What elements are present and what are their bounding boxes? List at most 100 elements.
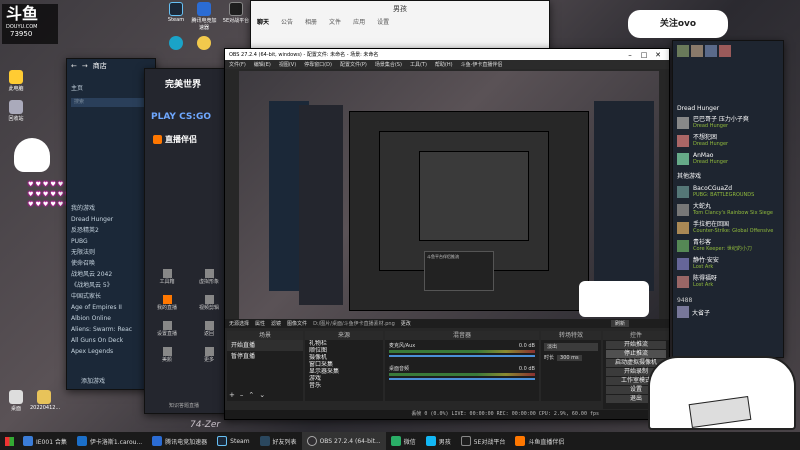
list-item[interactable]: 反恐精英2 — [67, 225, 155, 236]
taskbar-item[interactable]: 男孩 — [421, 432, 456, 450]
source-item[interactable]: 顺位图 — [305, 347, 383, 354]
desktop-icon-this-pc[interactable]: 此电脑 — [2, 70, 30, 92]
start-button[interactable] — [0, 432, 18, 450]
back-button[interactable]: ← — [71, 62, 77, 70]
menu-scene-collection[interactable]: 场景集合(S) — [375, 61, 402, 68]
desktop-icon-accelerator[interactable]: 腾讯电竞加速器 — [190, 2, 218, 31]
menu-plugin[interactable]: 斗鱼-伊卡直播伴侣 — [461, 61, 503, 68]
avatar[interactable] — [719, 45, 731, 57]
down-icon[interactable]: ⌄ — [259, 391, 265, 399]
refresh-button[interactable]: 刷新 — [610, 320, 629, 327]
play-csgo-button[interactable]: PLAY CS:GO — [145, 112, 233, 122]
friend-row[interactable]: 巴巴哥子 压力小子爽 Dread Hunger — [673, 114, 783, 132]
tab-album[interactable]: 相册 — [305, 17, 317, 26]
taskbar-item[interactable]: 好友列表 — [255, 432, 302, 450]
menu-item-beauty[interactable]: 美颜 — [149, 347, 185, 363]
menu-item-avatar[interactable]: 虚拟形象 — [191, 269, 227, 285]
avatar[interactable] — [677, 45, 689, 57]
source-item[interactable]: 礼物栏 — [305, 340, 383, 347]
taskbar-item[interactable]: 微信 — [386, 432, 421, 450]
maximize-icon[interactable]: □ — [637, 49, 651, 61]
desktop-icon-5e[interactable]: 5E对战平台 — [222, 2, 250, 24]
remove-icon[interactable]: – — [240, 391, 244, 399]
list-item[interactable]: PUBG — [67, 236, 155, 247]
tab-settings[interactable]: 设置 — [377, 17, 389, 26]
properties-button[interactable]: 属性 — [255, 320, 265, 327]
taskbar-item[interactable]: Steam — [212, 432, 254, 450]
source-item[interactable]: 音乐 — [305, 382, 383, 389]
list-item[interactable]: 使命召唤 — [67, 258, 155, 269]
list-item[interactable]: Aliens: Swarm: Reac — [67, 324, 155, 335]
store-tab[interactable]: 商店 — [93, 61, 107, 71]
tab-chat[interactable]: 聊天 — [257, 17, 269, 26]
transition-select[interactable]: 淡出 — [544, 343, 598, 351]
volume-slider[interactable] — [389, 355, 535, 357]
menu-help[interactable]: 帮助(H) — [435, 61, 453, 68]
add-game-button[interactable]: 添加游戏 — [77, 376, 105, 387]
playing-group-header[interactable]: Dread Hunger — [673, 61, 783, 114]
list-item[interactable]: Albion Online — [67, 313, 155, 324]
list-item[interactable]: 我的游戏 — [67, 203, 155, 214]
menu-item-more[interactable]: 更多 — [191, 347, 227, 363]
menu-item-clip[interactable]: 视频剪辑 — [191, 295, 227, 311]
menu-tools[interactable]: 工具(T) — [410, 61, 427, 68]
list-item[interactable]: 战地风云 2042 — [67, 269, 155, 280]
desktop-icon-app2[interactable] — [190, 36, 218, 51]
list-item[interactable]: Apex Legends — [67, 346, 155, 357]
obs-preview[interactable]: 斗鱼平台伴侣推流 — [239, 71, 659, 319]
volume-slider[interactable] — [389, 378, 535, 380]
tab-files[interactable]: 文件 — [329, 17, 341, 26]
bottom-friend[interactable]: 大省子 — [673, 306, 783, 318]
friend-row[interactable]: 大蛇丸 Tom Clancy's Rainbow Six Siege — [673, 201, 783, 219]
taskbar-item[interactable]: 5E对战平台 — [456, 432, 511, 450]
taskbar-item[interactable]: IE001 合集 — [18, 432, 72, 450]
menu-item-tools[interactable]: 工具箱 — [149, 269, 185, 285]
minimize-icon[interactable]: – — [623, 49, 637, 61]
desktop-icon-steam[interactable]: Steam — [162, 2, 190, 23]
stop-streaming-button[interactable]: 停止推流 — [606, 350, 666, 358]
source-item[interactable]: 窗口采集 — [305, 361, 383, 368]
list-item[interactable]: 无限法则 — [67, 247, 155, 258]
up-icon[interactable]: ⌃ — [248, 391, 254, 399]
friend-row[interactable]: AnMao Dread Hunger — [673, 150, 783, 168]
steam-home[interactable]: 主页 — [67, 83, 155, 94]
menu-view[interactable]: 视图(V) — [279, 61, 296, 68]
desktop-icon-file[interactable]: 桌面 — [2, 390, 30, 412]
friend-row[interactable]: BacoCGuaZd PUBG: BATTLEGROUNDS — [673, 183, 783, 201]
friend-row[interactable]: 陈得福呀 Lost Ark — [673, 273, 783, 291]
avatar[interactable] — [691, 45, 703, 57]
taskbar-item[interactable]: OBS 27.2.4 (64-bit... — [301, 432, 386, 450]
list-item[interactable]: 中国式家长 — [67, 291, 155, 302]
avatar[interactable] — [705, 45, 717, 57]
taskbar-item[interactable]: 腾讯电竞加速器 — [147, 432, 212, 450]
menu-item-mylive[interactable]: 我的直播 — [149, 295, 185, 311]
change-button[interactable]: 更改 — [401, 320, 411, 327]
taskbar-item[interactable]: 伊卡洛斯1.carou... — [72, 432, 147, 450]
close-icon[interactable]: ✕ — [651, 49, 665, 61]
desktop-icon-recycle[interactable]: 回收站 — [2, 100, 30, 122]
desktop-icon-app1[interactable] — [162, 36, 190, 51]
list-item[interactable]: Dread Hunger — [67, 214, 155, 225]
list-item[interactable]: 《战地风云 5》 — [67, 280, 155, 291]
source-item[interactable]: 显示器采集 — [305, 368, 383, 375]
taskbar-item[interactable]: 斗鱼直播伴侣 — [510, 432, 569, 450]
friend-row[interactable]: 青衫客 Core Keeper: 世纪的小刀 — [673, 237, 783, 255]
forward-button[interactable]: → — [82, 62, 88, 70]
list-item[interactable]: Age of Empires II — [67, 302, 155, 313]
source-item[interactable]: 游戏 — [305, 375, 383, 382]
friend-row[interactable]: 不想犯困 Dread Hunger — [673, 132, 783, 150]
desktop-icon-folder[interactable]: 20220412... — [30, 390, 60, 411]
other-group-header[interactable]: 其他游戏 — [673, 168, 783, 183]
start-streaming-button[interactable]: 开始推流 — [606, 341, 666, 349]
menu-profile[interactable]: 配置文件(P) — [340, 61, 367, 68]
tab-notice[interactable]: 公告 — [281, 17, 293, 26]
scene-item[interactable]: 暂停直播 — [227, 351, 303, 362]
source-item[interactable]: 摄像机 — [305, 354, 383, 361]
friend-row[interactable]: 手拉把在回国 Counter-Strike: Global Offensive — [673, 219, 783, 237]
list-item[interactable]: All Guns On Deck — [67, 335, 155, 346]
filters-button[interactable]: 滤镜 — [271, 320, 281, 327]
friend-row[interactable]: 静竹·安安 Lost Ark — [673, 255, 783, 273]
menu-item-setlive[interactable]: 设置直播 — [149, 321, 185, 337]
steam-search[interactable]: 搜索 — [71, 98, 151, 107]
menu-file[interactable]: 文件(F) — [229, 61, 246, 68]
